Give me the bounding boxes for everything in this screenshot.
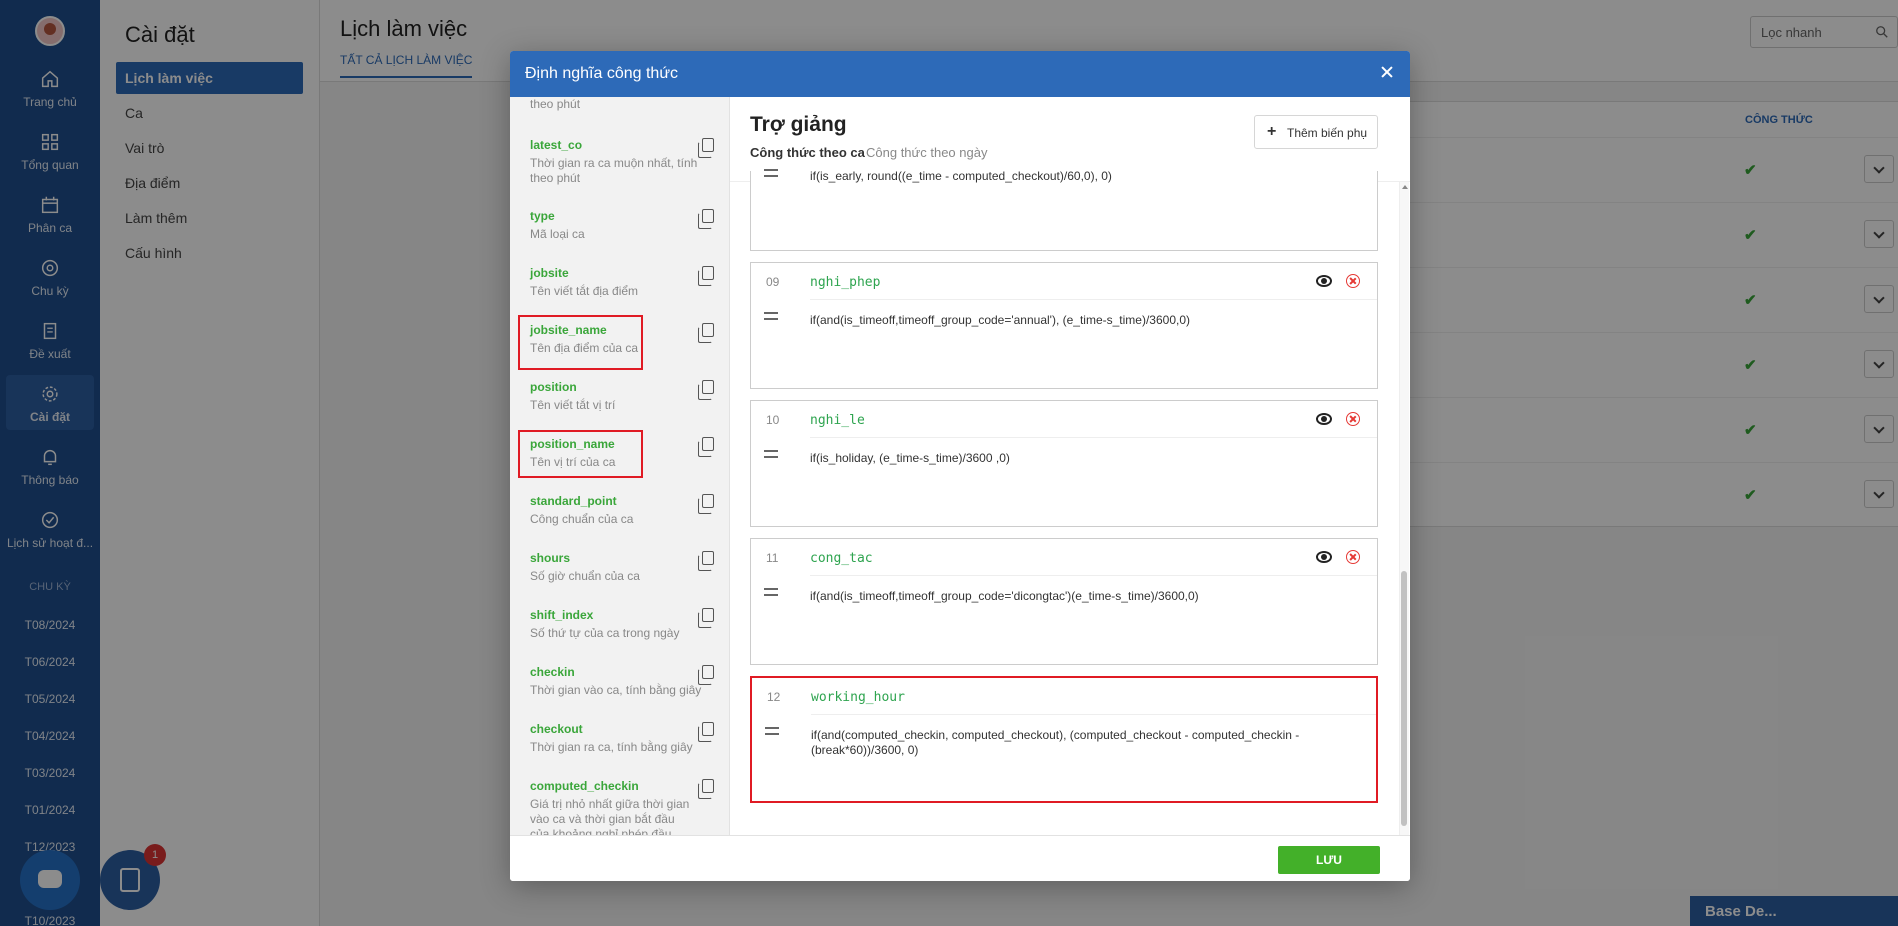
- drag-handle-icon[interactable]: [764, 588, 778, 596]
- dialog-title: Định nghĩa công thức: [525, 65, 679, 82]
- variables-panel: theo phút latest_co Thời gian ra ca muộn…: [510, 97, 730, 835]
- variable-desc: Thời gian ra ca, tính bằng giây: [530, 740, 693, 754]
- variable-name: jobsite: [530, 266, 569, 280]
- variable-desc: Tên viết tắt vị trí: [530, 398, 616, 412]
- divider: [811, 714, 1376, 715]
- dialog-header: Định nghĩa công thức: [510, 51, 1410, 97]
- copy-icon[interactable]: [698, 323, 714, 343]
- save-button[interactable]: LƯU: [1278, 846, 1380, 874]
- variable-item: latest_co Thời gian ra ca muộn nhất, tín…: [530, 138, 714, 186]
- dialog-footer: LƯU: [510, 835, 1410, 881]
- variable-desc: Thời gian ra ca muộn nhất, tính theo phú…: [530, 156, 698, 185]
- tab-formula-by-day[interactable]: Công thức theo ngày: [866, 145, 987, 160]
- copy-icon[interactable]: [698, 608, 714, 628]
- copy-icon[interactable]: [698, 494, 714, 514]
- variable-desc: Tên viết tắt địa điểm: [530, 284, 639, 298]
- formula-expression[interactable]: if(is_holiday, (e_time-s_time)/3600 ,0): [810, 451, 1367, 466]
- copy-icon[interactable]: [698, 437, 714, 457]
- divider: [810, 299, 1377, 300]
- formula-panel: Trợ giảng Công thức theo ca Công thức th…: [730, 97, 1410, 835]
- variable-name: checkin: [530, 665, 575, 679]
- formula-variable: nghi_phep: [810, 275, 881, 290]
- variable-item: shift_index Số thứ tự của ca trong ngày: [530, 608, 714, 641]
- divider: [810, 575, 1377, 576]
- variable-name: latest_co: [530, 138, 583, 152]
- plus-icon: +: [1267, 123, 1277, 140]
- variable-desc: Công chuẩn của ca: [530, 512, 634, 526]
- formula-variable: cong_tac: [810, 551, 873, 566]
- eye-icon[interactable]: [1316, 413, 1332, 425]
- variable-item: jobsite Tên viết tắt địa điểm: [530, 266, 714, 299]
- copy-icon[interactable]: [698, 551, 714, 571]
- formula-card: 09 nghi_phep if(and(is_timeoff,timeoff_g…: [750, 262, 1378, 389]
- copy-icon[interactable]: [698, 266, 714, 286]
- divider: [810, 437, 1377, 438]
- add-helper-variable-button[interactable]: + Thêm biến phụ: [1254, 115, 1378, 149]
- variable-desc: theo phút: [530, 97, 581, 111]
- formula-card: 10 nghi_le if(is_holiday, (e_time-s_time…: [750, 400, 1378, 527]
- variable-name: shours: [530, 551, 571, 565]
- copy-icon[interactable]: [698, 138, 714, 158]
- formula-variable: nghi_le: [810, 413, 865, 428]
- copy-icon[interactable]: [698, 209, 714, 229]
- variable-item: type Mã loại ca: [530, 209, 714, 242]
- formula-expression[interactable]: if(and(is_timeoff,timeoff_group_code='di…: [810, 589, 1367, 604]
- variable-name: standard_point: [530, 494, 617, 508]
- formula-number: 12: [767, 690, 781, 704]
- variable-item: standard_point Công chuẩn của ca: [530, 494, 714, 527]
- formula-number: 09: [766, 275, 780, 289]
- formula-dialog: Định nghĩa công thức theo phút latest_co…: [510, 51, 1410, 881]
- formula-expression[interactable]: if(and(computed_checkin, computed_checko…: [811, 728, 1376, 758]
- copy-icon[interactable]: [698, 665, 714, 685]
- drag-handle-icon[interactable]: [764, 169, 778, 177]
- eye-icon[interactable]: [1316, 551, 1332, 563]
- formula-card-highlighted: 12 working_hour if(and(computed_checkin,…: [750, 676, 1378, 803]
- copy-icon[interactable]: [698, 722, 714, 742]
- variable-desc: Giá trị nhỏ nhất giữa thời gian vào ca v…: [530, 797, 690, 835]
- highlight-box-position-name: [518, 430, 643, 478]
- variable-name: position: [530, 380, 577, 394]
- highlight-box-jobsite-name: [518, 315, 643, 370]
- formula-card: 11 cong_tac if(and(is_timeoff,timeoff_gr…: [750, 538, 1378, 665]
- formula-expression[interactable]: if(is_early, round((e_time - computed_ch…: [810, 169, 1367, 184]
- copy-icon[interactable]: [698, 380, 714, 400]
- scroll-up-icon[interactable]: [1402, 185, 1408, 189]
- variable-name: type: [530, 209, 555, 223]
- remove-icon[interactable]: [1346, 412, 1360, 426]
- remove-icon[interactable]: [1346, 274, 1360, 288]
- eye-icon[interactable]: [1316, 275, 1332, 287]
- variable-item: computed_checkin Giá trị nhỏ nhất giữa t…: [530, 779, 714, 835]
- variable-item: checkin Thời gian vào ca, tính bằng giây: [530, 665, 714, 698]
- variable-desc: Số giờ chuẩn của ca: [530, 569, 640, 583]
- drag-handle-icon[interactable]: [764, 450, 778, 458]
- variable-item: shours Số giờ chuẩn của ca: [530, 551, 714, 584]
- formula-number: 11: [766, 551, 779, 565]
- variable-item: checkout Thời gian ra ca, tính bằng giây: [530, 722, 714, 755]
- tab-formula-by-shift[interactable]: Công thức theo ca: [750, 145, 865, 160]
- formula-number: 10: [766, 413, 780, 427]
- formula-expression[interactable]: if(and(is_timeoff,timeoff_group_code='an…: [810, 313, 1367, 328]
- variable-name: checkout: [530, 722, 583, 736]
- variable-name: shift_index: [530, 608, 594, 622]
- variable-item: position Tên viết tắt vị trí: [530, 380, 714, 413]
- drag-handle-icon[interactable]: [765, 727, 779, 735]
- variable-desc: Mã loại ca: [530, 227, 585, 241]
- variable-desc: Số thứ tự của ca trong ngày: [530, 626, 680, 640]
- scrollbar-thumb[interactable]: [1401, 571, 1407, 826]
- remove-icon[interactable]: [1346, 550, 1360, 564]
- variable-item: theo phút: [530, 97, 710, 112]
- formula-title: Trợ giảng: [750, 113, 847, 136]
- copy-icon[interactable]: [698, 779, 714, 799]
- close-icon[interactable]: [1378, 63, 1396, 81]
- formula-variable: working_hour: [811, 690, 905, 705]
- variable-name: computed_checkin: [530, 779, 639, 793]
- variable-desc: Thời gian vào ca, tính bằng giây: [530, 683, 702, 697]
- formula-card: if(is_early, round((e_time - computed_ch…: [750, 169, 1378, 251]
- drag-handle-icon[interactable]: [764, 312, 778, 320]
- add-helper-variable-label: Thêm biến phụ: [1287, 126, 1368, 140]
